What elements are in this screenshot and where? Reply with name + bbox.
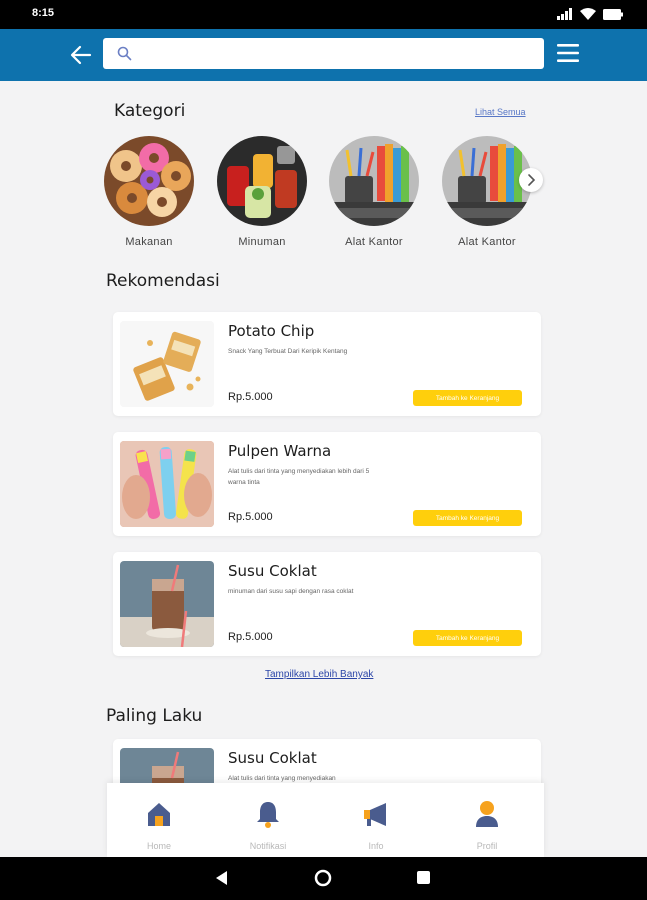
best-selling-title: Paling Laku — [106, 706, 203, 726]
system-back-icon[interactable] — [214, 870, 230, 886]
nav-item-profile[interactable]: Profil — [447, 799, 527, 851]
search-input[interactable] — [141, 38, 536, 69]
category-label: Alat Kantor — [345, 236, 403, 248]
nav-label: Notifikasi — [249, 841, 287, 851]
add-to-cart-button[interactable]: Tambah ke Keranjang — [413, 390, 522, 406]
wifi-icon — [580, 8, 596, 20]
status-bar: 8:15 — [0, 0, 647, 29]
product-card[interactable]: Pulpen Warna Alat tulis dari tinta yang … — [113, 432, 541, 536]
category-label: Alat Kantor — [458, 236, 516, 248]
product-name: Potato Chip — [228, 322, 315, 340]
categories-title: Kategori — [114, 101, 186, 121]
category-office-supplies[interactable]: Alat Kantor — [328, 136, 420, 248]
product-name: Susu Coklat — [228, 562, 317, 580]
product-price: Rp.5.000 — [228, 631, 273, 643]
search-icon — [117, 46, 132, 61]
category-food[interactable]: Makanan — [103, 136, 195, 248]
product-price: Rp.5.000 — [228, 391, 273, 403]
product-image — [120, 321, 214, 407]
add-to-cart-button[interactable]: Tambah ke Keranjang — [413, 630, 522, 646]
profile-icon — [476, 801, 498, 827]
nav-item-notifications[interactable]: Notifikasi — [228, 799, 308, 851]
megaphone-icon — [364, 803, 386, 826]
nav-label: Profil — [476, 841, 498, 851]
system-home-icon[interactable] — [314, 869, 332, 887]
product-card[interactable]: Potato Chip Snack Yang Terbuat Dari Keri… — [113, 312, 541, 416]
product-description: Snack Yang Terbuat Dari Keripik Kentang — [228, 348, 348, 355]
home-icon — [148, 803, 170, 826]
product-image — [120, 561, 214, 647]
product-card[interactable]: Susu Coklat minuman dari susu sapi denga… — [113, 552, 541, 656]
status-time: 8:15 — [32, 7, 55, 19]
hamburger-menu-icon[interactable] — [557, 43, 579, 63]
system-navigation-bar — [0, 857, 647, 900]
office-supplies-image — [329, 136, 419, 226]
product-name: Pulpen Warna — [228, 442, 332, 460]
status-icons — [557, 8, 623, 20]
category-drinks[interactable]: Minuman — [216, 136, 308, 248]
see-all-link[interactable]: Lihat Semua — [475, 107, 526, 117]
app-header — [0, 29, 647, 81]
category-label: Makanan — [125, 236, 173, 248]
chevron-right-icon — [528, 174, 536, 186]
bell-icon — [257, 802, 279, 828]
search-bar[interactable] — [103, 38, 544, 69]
product-description: minuman dari susu sapi dengan rasa cokla… — [228, 588, 354, 595]
product-price: Rp.5.000 — [228, 511, 273, 523]
recommendations-title: Rekomendasi — [106, 271, 220, 291]
product-description: Alat tulis dari tinta yang menyediakan l… — [228, 468, 370, 486]
nav-item-info[interactable]: Info — [336, 799, 416, 851]
system-recents-icon[interactable] — [416, 870, 431, 885]
product-name: Susu Coklat — [228, 749, 317, 767]
category-office-supplies-2[interactable]: Alat Kantor — [441, 136, 533, 248]
drinks-image — [217, 136, 307, 226]
nav-item-home[interactable]: Home — [119, 799, 199, 851]
add-to-cart-button[interactable]: Tambah ke Keranjang — [413, 510, 522, 526]
product-image — [120, 441, 214, 527]
food-image — [104, 136, 194, 226]
category-label: Minuman — [238, 236, 286, 248]
signal-icon — [557, 8, 572, 20]
show-more-link[interactable]: Tampilkan Lebih Banyak — [265, 669, 373, 680]
nav-label: Info — [368, 841, 384, 851]
nav-label: Home — [146, 841, 171, 851]
category-next-button[interactable] — [519, 168, 543, 192]
back-arrow-icon[interactable] — [70, 44, 92, 66]
battery-icon — [603, 8, 623, 20]
bottom-navigation: Home Notifikasi Info Profil — [107, 783, 544, 857]
